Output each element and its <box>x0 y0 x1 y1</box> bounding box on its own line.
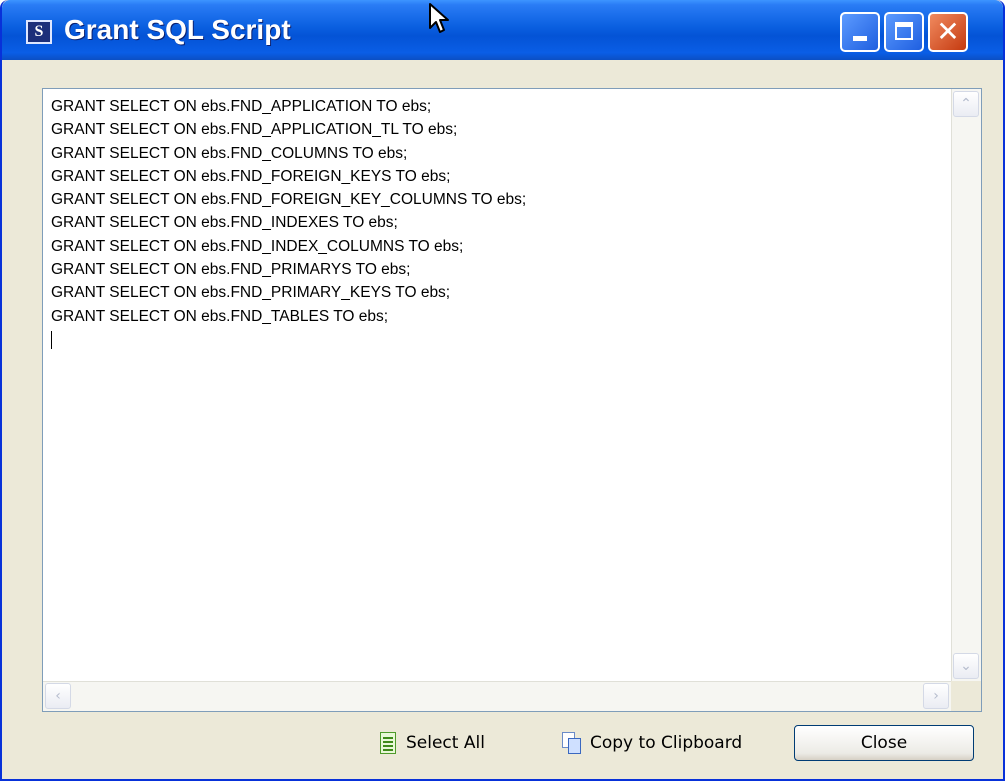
sql-script-textarea[interactable]: GRANT SELECT ON ebs.FND_APPLICATION TO e… <box>42 88 982 712</box>
sql-line: GRANT SELECT ON ebs.FND_COLUMNS TO ebs; <box>51 144 408 162</box>
scroll-left-button[interactable]: ‹ <box>45 683 71 709</box>
sql-line: GRANT SELECT ON ebs.FND_INDEX_COLUMNS TO… <box>51 237 464 255</box>
text-caret <box>51 330 52 349</box>
sql-line: GRANT SELECT ON ebs.FND_FOREIGN_KEYS TO … <box>51 167 451 185</box>
sql-line: GRANT SELECT ON ebs.FND_FOREIGN_KEY_COLU… <box>51 191 527 209</box>
minimize-icon <box>853 36 867 41</box>
minimize-button[interactable] <box>840 12 880 52</box>
sql-script-text[interactable]: GRANT SELECT ON ebs.FND_APPLICATION TO e… <box>51 95 526 351</box>
select-all-button[interactable]: Select All <box>378 724 485 762</box>
select-all-label: Select All <box>406 733 485 753</box>
vertical-scrollbar[interactable]: ⌃ ⌄ <box>951 89 981 681</box>
horizontal-scrollbar[interactable]: ‹ › <box>43 681 951 711</box>
sql-line: GRANT SELECT ON ebs.FND_TABLES TO ebs; <box>51 307 389 325</box>
sql-line: GRANT SELECT ON ebs.FND_INDEXES TO ebs; <box>51 214 398 232</box>
grant-sql-script-window: S Grant SQL Script ✕ GRANT SELECT ON ebs… <box>0 0 1005 781</box>
document-icon <box>378 732 398 754</box>
mouse-pointer-icon <box>429 3 449 33</box>
maximize-button[interactable] <box>884 12 924 52</box>
chevron-right-icon: › <box>933 688 939 704</box>
scroll-down-button[interactable]: ⌄ <box>953 653 979 679</box>
copy-icon <box>562 732 582 754</box>
close-icon: ✕ <box>936 15 960 48</box>
close-button[interactable]: Close <box>794 725 974 761</box>
sql-line: GRANT SELECT ON ebs.FND_PRIMARYS TO ebs; <box>51 261 411 279</box>
chevron-down-icon: ⌄ <box>960 658 972 674</box>
scroll-up-button[interactable]: ⌃ <box>953 91 979 117</box>
title-bar[interactable]: S Grant SQL Script ✕ <box>2 0 1003 60</box>
scrollbar-corner <box>951 681 981 711</box>
chevron-up-icon: ⌃ <box>960 96 972 112</box>
sql-line: GRANT SELECT ON ebs.FND_PRIMARY_KEYS TO … <box>51 284 451 302</box>
sql-app-icon[interactable]: S <box>26 20 52 44</box>
copy-to-clipboard-label: Copy to Clipboard <box>590 733 743 753</box>
sql-line: GRANT SELECT ON ebs.FND_APPLICATION_TL T… <box>51 121 458 139</box>
close-window-button[interactable]: ✕ <box>928 12 968 52</box>
sql-line: GRANT SELECT ON ebs.FND_APPLICATION TO e… <box>51 98 432 115</box>
copy-to-clipboard-button[interactable]: Copy to Clipboard <box>562 724 742 762</box>
maximize-icon <box>895 22 913 40</box>
window-title: Grant SQL Script <box>64 14 291 45</box>
scroll-right-button[interactable]: › <box>923 683 949 709</box>
chevron-left-icon: ‹ <box>55 688 61 704</box>
